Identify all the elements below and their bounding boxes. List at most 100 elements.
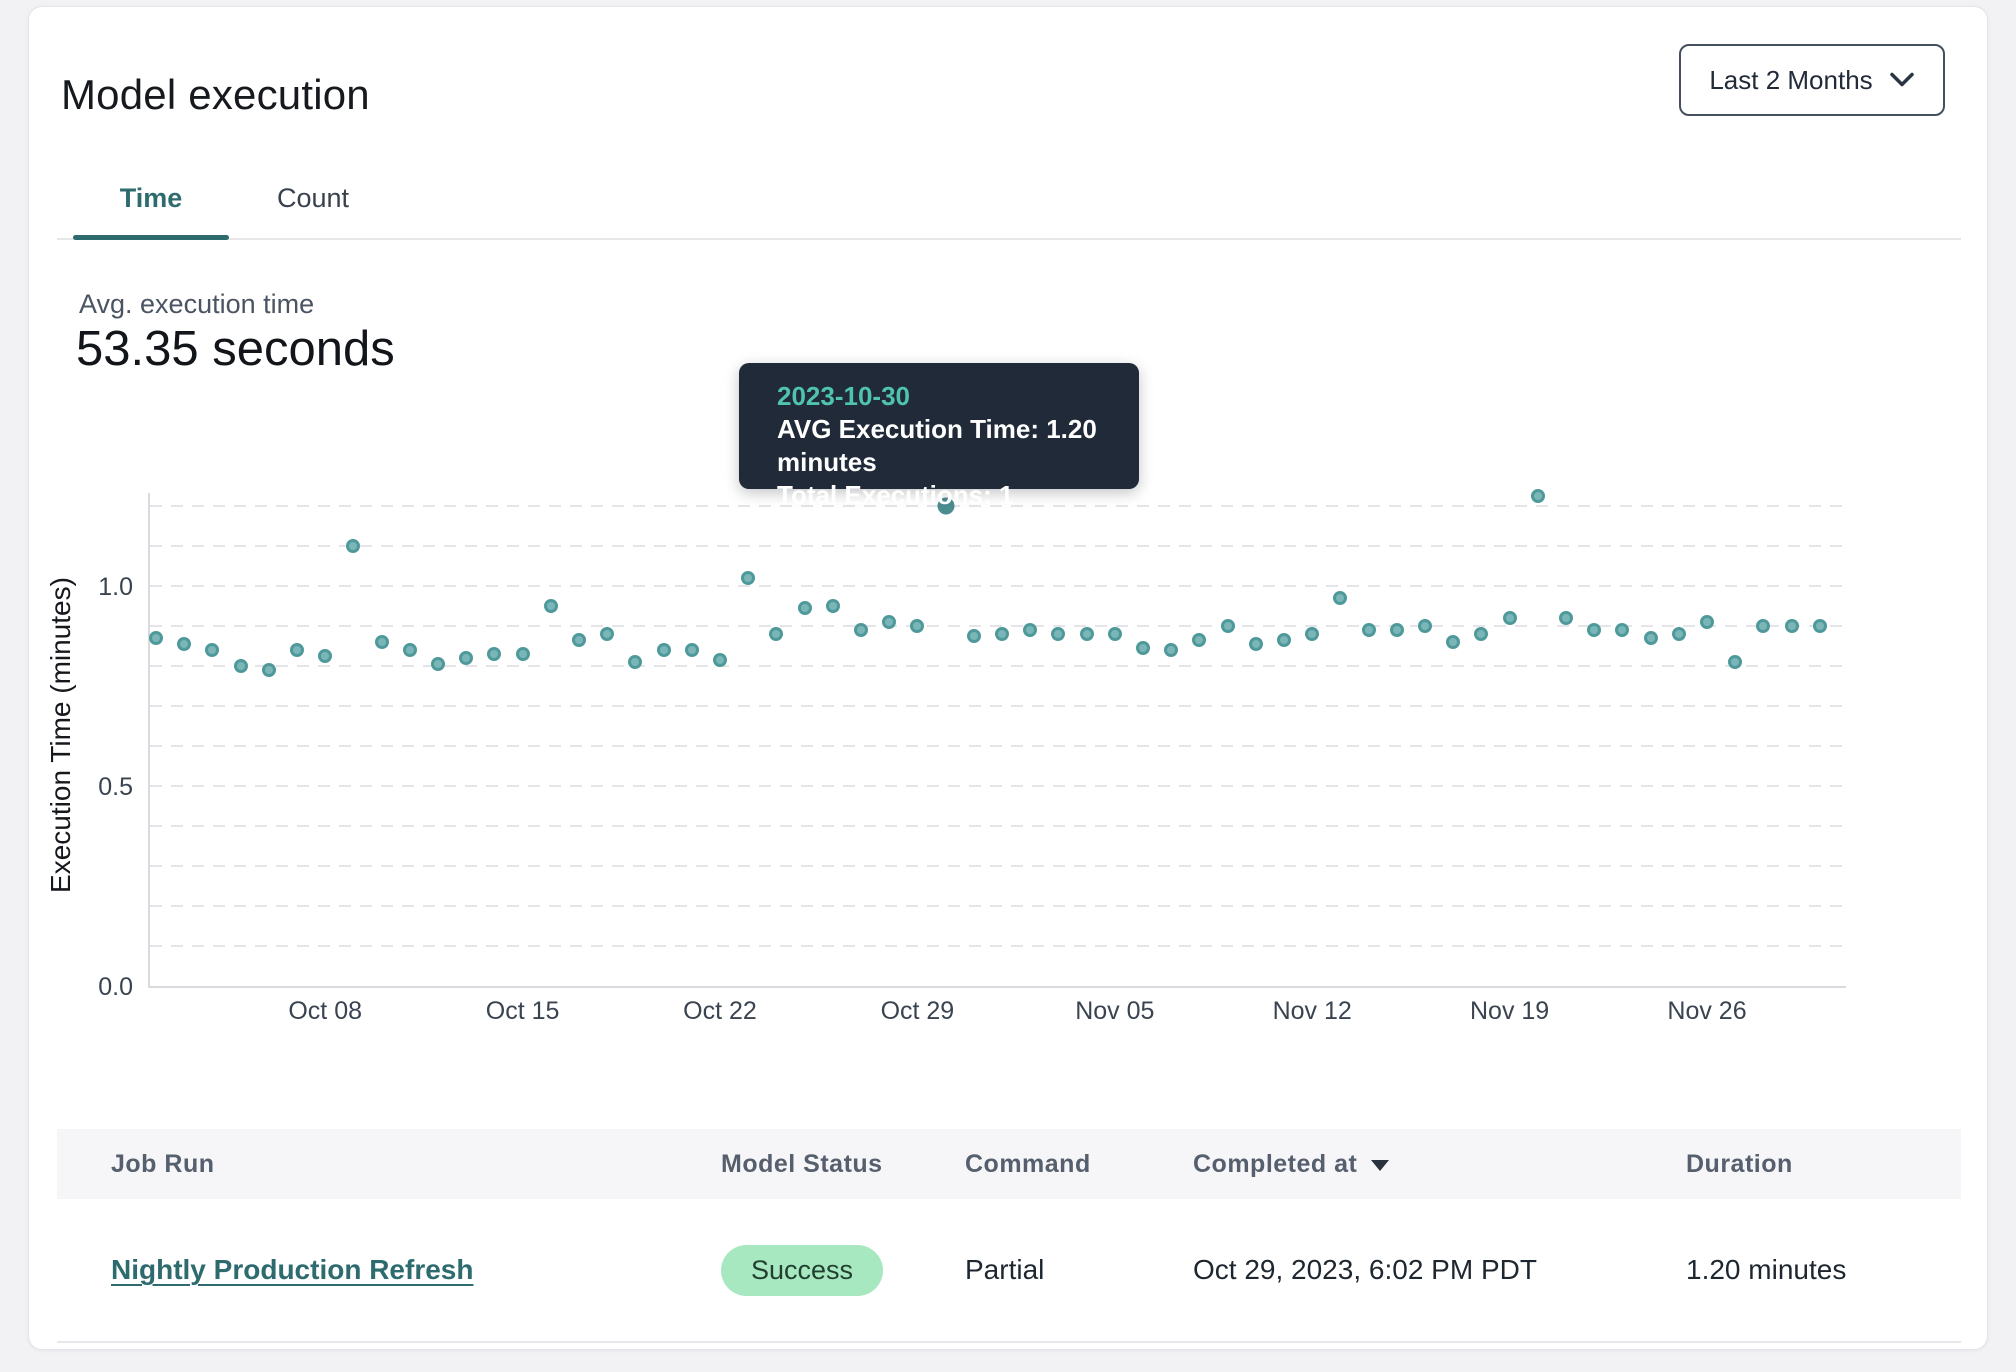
data-point[interactable] xyxy=(600,627,614,641)
data-point[interactable] xyxy=(1108,627,1122,641)
data-point[interactable] xyxy=(1672,627,1686,641)
data-point[interactable] xyxy=(431,657,445,671)
x-axis-tick-label: Nov 05 xyxy=(1045,997,1185,1026)
gridline xyxy=(150,785,1844,787)
data-point[interactable] xyxy=(1333,591,1347,605)
data-point[interactable] xyxy=(910,619,924,633)
x-axis-line xyxy=(148,986,1846,988)
x-axis-tick-label: Oct 29 xyxy=(847,997,987,1026)
data-point[interactable] xyxy=(967,629,981,643)
data-point[interactable] xyxy=(1700,615,1714,629)
data-point[interactable] xyxy=(1813,619,1827,633)
x-axis-tick-label: Nov 12 xyxy=(1242,997,1382,1026)
data-point[interactable] xyxy=(1023,623,1037,637)
model-status-cell: Success xyxy=(721,1199,883,1341)
job-run-link[interactable]: Nightly Production Refresh xyxy=(111,1254,473,1286)
gridline xyxy=(150,825,1844,827)
data-point[interactable] xyxy=(177,637,191,651)
x-axis-tick-label: Oct 15 xyxy=(453,997,593,1026)
data-point[interactable] xyxy=(713,653,727,667)
data-point[interactable] xyxy=(1503,611,1517,625)
x-axis-tick-label: Oct 08 xyxy=(255,997,395,1026)
data-point[interactable] xyxy=(346,539,360,553)
sort-desc-icon[interactable] xyxy=(1371,1160,1389,1171)
data-point[interactable] xyxy=(882,615,896,629)
status-badge: Success xyxy=(721,1245,883,1296)
tooltip-total-executions: Total Executions: 1 xyxy=(777,479,1139,512)
data-point[interactable] xyxy=(544,599,558,613)
data-point[interactable] xyxy=(1362,623,1376,637)
data-point[interactable] xyxy=(1474,627,1488,641)
data-point[interactable] xyxy=(375,635,389,649)
model-execution-card: Model execution Last 2 Months Time Count… xyxy=(28,6,1988,1350)
data-point[interactable] xyxy=(1756,619,1770,633)
data-point[interactable] xyxy=(1785,619,1799,633)
gridline xyxy=(150,745,1844,747)
data-point[interactable] xyxy=(1587,623,1601,637)
chart-tooltip: 2023-10-30 AVG Execution Time: 1.20 minu… xyxy=(739,363,1139,489)
data-point[interactable] xyxy=(657,643,671,657)
data-point[interactable] xyxy=(1164,643,1178,657)
data-point[interactable] xyxy=(149,631,163,645)
column-header-model-status[interactable]: Model Status xyxy=(721,1129,883,1199)
data-point[interactable] xyxy=(854,623,868,637)
data-point[interactable] xyxy=(1390,623,1404,637)
command-cell: Partial xyxy=(965,1199,1044,1341)
data-point[interactable] xyxy=(1277,633,1291,647)
gridline xyxy=(150,665,1844,667)
data-point[interactable] xyxy=(459,651,473,665)
column-header-completed-at[interactable]: Completed at xyxy=(1193,1129,1389,1199)
data-point[interactable] xyxy=(1136,641,1150,655)
column-header-command[interactable]: Command xyxy=(965,1129,1091,1199)
data-point[interactable] xyxy=(1221,619,1235,633)
gridline xyxy=(150,545,1844,547)
data-point[interactable] xyxy=(572,633,586,647)
data-point[interactable] xyxy=(685,643,699,657)
data-point[interactable] xyxy=(487,647,501,661)
data-point[interactable] xyxy=(290,643,304,657)
x-axis-tick-label: Nov 26 xyxy=(1637,997,1777,1026)
data-point[interactable] xyxy=(741,571,755,585)
data-point[interactable] xyxy=(995,627,1009,641)
completed-at-cell: Oct 29, 2023, 6:02 PM PDT xyxy=(1193,1199,1537,1341)
data-point[interactable] xyxy=(1192,633,1206,647)
tooltip-avg-execution: AVG Execution Time: 1.20 minutes xyxy=(777,413,1139,479)
data-point[interactable] xyxy=(1559,611,1573,625)
data-point[interactable] xyxy=(234,659,248,673)
duration-cell: 1.20 minutes xyxy=(1686,1199,1846,1341)
job-run-cell: Nightly Production Refresh xyxy=(111,1199,473,1341)
column-header-duration[interactable]: Duration xyxy=(1686,1129,1793,1199)
data-point[interactable] xyxy=(1249,637,1263,651)
x-axis-tick-label: Nov 19 xyxy=(1440,997,1580,1026)
gridline xyxy=(150,865,1844,867)
data-point[interactable] xyxy=(318,649,332,663)
data-point[interactable] xyxy=(769,627,783,641)
gridline xyxy=(150,905,1844,907)
data-point[interactable] xyxy=(262,663,276,677)
data-point[interactable] xyxy=(826,599,840,613)
gridline xyxy=(150,945,1844,947)
data-point[interactable] xyxy=(1051,627,1065,641)
data-point[interactable] xyxy=(1446,635,1460,649)
gridline xyxy=(150,585,1844,587)
data-point[interactable] xyxy=(798,601,812,615)
tooltip-date: 2023-10-30 xyxy=(777,379,1139,413)
y-axis-tick-label: 1.0 xyxy=(45,571,133,603)
data-point[interactable] xyxy=(1418,619,1432,633)
data-point[interactable] xyxy=(516,647,530,661)
data-point[interactable] xyxy=(1531,489,1545,503)
data-point[interactable] xyxy=(628,655,642,669)
y-axis-tick-label: 0.0 xyxy=(45,971,133,1003)
data-point[interactable] xyxy=(1644,631,1658,645)
data-point[interactable] xyxy=(1080,627,1094,641)
data-point[interactable] xyxy=(205,643,219,657)
data-point[interactable] xyxy=(1728,655,1742,669)
column-header-job-run[interactable]: Job Run xyxy=(111,1129,215,1199)
table-row: Nightly Production Refresh Success Parti… xyxy=(57,1199,1961,1343)
x-axis-tick-label: Oct 22 xyxy=(650,997,790,1026)
data-point[interactable] xyxy=(1305,627,1319,641)
data-point[interactable] xyxy=(1615,623,1629,637)
table-header: Job Run Model Status Command Completed a… xyxy=(57,1129,1961,1199)
data-point[interactable] xyxy=(403,643,417,657)
y-axis-line xyxy=(148,493,150,988)
